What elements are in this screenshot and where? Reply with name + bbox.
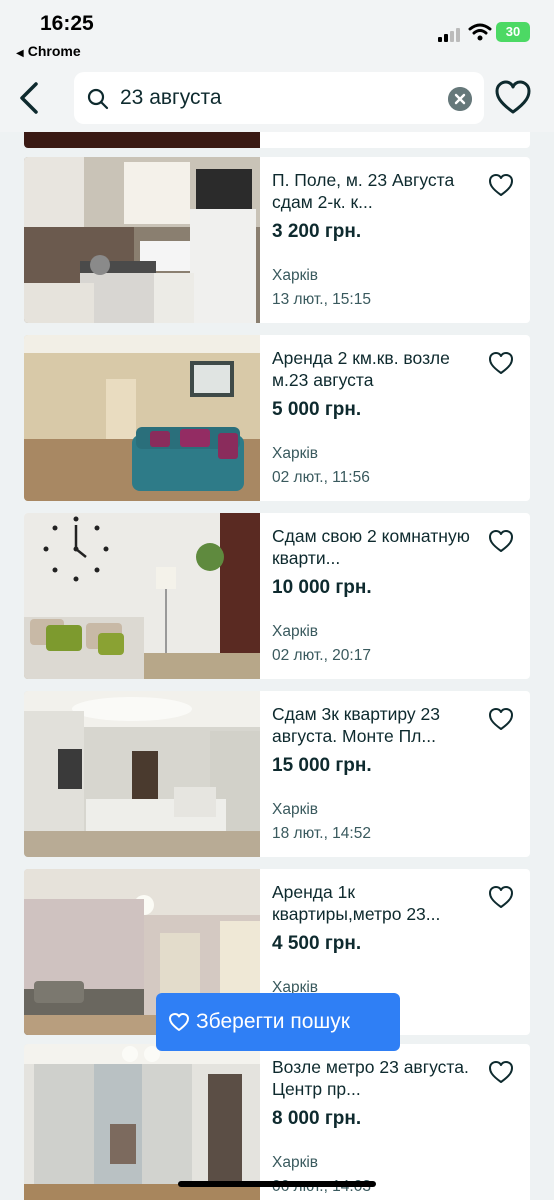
status-time: 16:25 (40, 12, 94, 35)
listing-card[interactable] (24, 132, 530, 148)
listing-photo (24, 691, 260, 857)
listing-date: 02 лют., 20:17 (272, 647, 371, 664)
back-triangle-icon: ◀ (16, 48, 24, 59)
heart-icon[interactable] (488, 707, 514, 731)
listing-title: Аренда 1к квартиры,метро 23... (272, 882, 441, 924)
listing-price: 3 200 грн. (272, 221, 362, 242)
listing-price: 10 000 грн. (272, 577, 372, 598)
listing-card[interactable]: П. Поле, м. 23 Августа сдам 2-к. к... 3 … (24, 157, 530, 323)
listing-title: Сдам 3к квартиру 23 августа. Монте Пл... (272, 704, 440, 746)
heart-icon[interactable] (488, 885, 514, 909)
listing-price: 4 500 грн. (272, 933, 362, 954)
listing-date: 13 лют., 15:15 (272, 291, 371, 308)
listing-city: Харків (272, 445, 319, 462)
heart-icon[interactable] (488, 1060, 514, 1084)
heart-icon[interactable] (488, 351, 514, 375)
signal-icon (438, 26, 462, 42)
listing-title: П. Поле, м. 23 Августа сдам 2-к. к... (272, 170, 455, 212)
search-query[interactable]: 23 августа (120, 86, 222, 110)
listing-date: 18 лют., 14:52 (272, 825, 371, 842)
battery-level: 30 (505, 24, 521, 39)
heart-icon (169, 1013, 189, 1031)
heart-icon[interactable] (488, 529, 514, 553)
save-search-label: Зберегти пошук (196, 1010, 350, 1033)
search-icon (87, 88, 109, 110)
search-input[interactable]: 23 августа (74, 72, 484, 124)
listing-city: Харків (272, 623, 319, 640)
listing-city: Харків (272, 1154, 319, 1171)
listing-price: 5 000 грн. (272, 399, 362, 420)
wifi-icon (468, 23, 492, 41)
home-indicator[interactable] (178, 1181, 376, 1187)
listing-photo (24, 157, 260, 323)
listing-card[interactable]: Аренда 2 км.кв. возле м.23 августа 5 000… (24, 335, 530, 501)
listing-city: Харків (272, 801, 319, 818)
listing-city: Харків (272, 267, 319, 284)
status-bar: 16:25 ◀ Chrome 30 (0, 0, 554, 66)
listing-card[interactable]: Возле метро 23 августа. Центр пр... 8 00… (24, 1044, 530, 1200)
listing-date: 02 лют., 11:56 (272, 469, 370, 486)
save-search-button[interactable]: Зберегти пошук (156, 993, 400, 1051)
listing-card[interactable]: Сдам 3к квартиру 23 августа. Монте Пл...… (24, 691, 530, 857)
battery-icon: 30 (496, 22, 530, 42)
listing-card[interactable]: Сдам свою 2 комнатную кварти... 10 000 г… (24, 513, 530, 679)
back-arrow-icon[interactable] (14, 78, 48, 118)
heart-icon[interactable] (488, 173, 514, 197)
clear-icon[interactable] (448, 87, 472, 111)
listing-photo (24, 335, 260, 501)
back-to-app[interactable]: ◀ Chrome (16, 43, 81, 59)
listing-title: Сдам свою 2 комнатную кварти... (272, 526, 470, 568)
back-app-label: Chrome (27, 43, 81, 59)
listing-photo (24, 1044, 260, 1200)
listing-photo (24, 513, 260, 679)
listing-title: Возле метро 23 августа. Центр пр... (272, 1057, 469, 1099)
favorites-heart-icon[interactable] (494, 78, 532, 118)
listing-price: 15 000 грн. (272, 755, 372, 776)
listing-title: Аренда 2 км.кв. возле м.23 августа (272, 348, 450, 390)
listing-price: 8 000 грн. (272, 1108, 362, 1129)
search-header: 23 августа (0, 66, 554, 132)
listing-photo (24, 132, 260, 148)
